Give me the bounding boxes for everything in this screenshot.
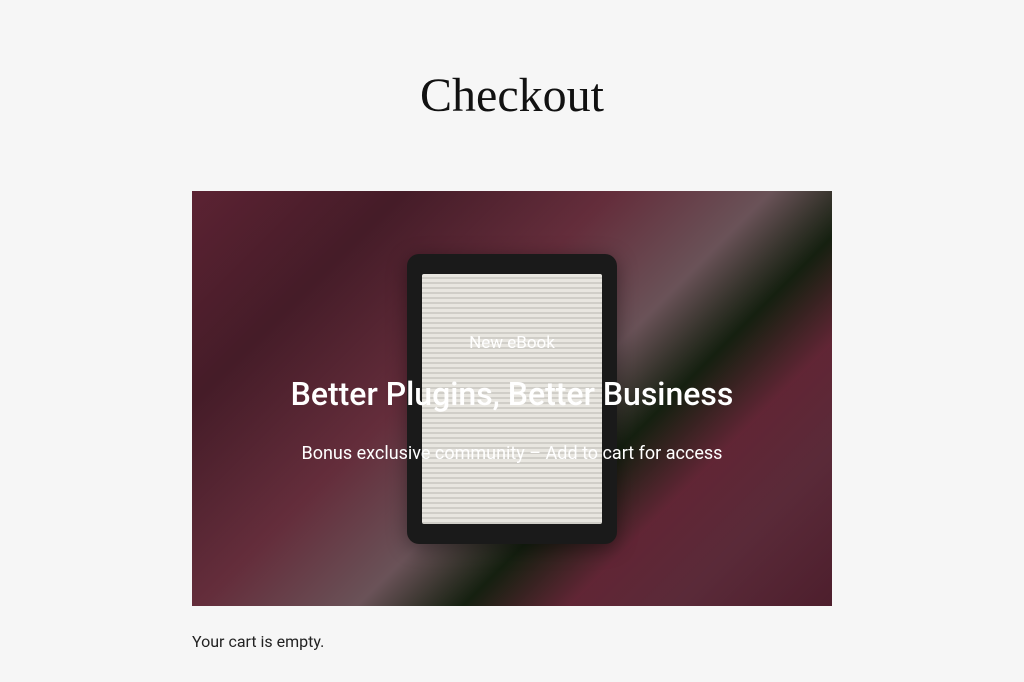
- banner-headline: Better Plugins, Better Business: [291, 375, 734, 413]
- page-container: Checkout New eBook Better Plugins, Bette…: [0, 0, 1024, 651]
- page-title: Checkout: [0, 68, 1024, 123]
- banner-content: New eBook Better Plugins, Better Busines…: [291, 333, 734, 464]
- banner-eyebrow: New eBook: [291, 333, 734, 353]
- banner-subtext: Bonus exclusive community – Add to cart …: [291, 443, 734, 464]
- cart-empty-message: Your cart is empty.: [192, 632, 832, 651]
- promo-banner: New eBook Better Plugins, Better Busines…: [192, 191, 832, 606]
